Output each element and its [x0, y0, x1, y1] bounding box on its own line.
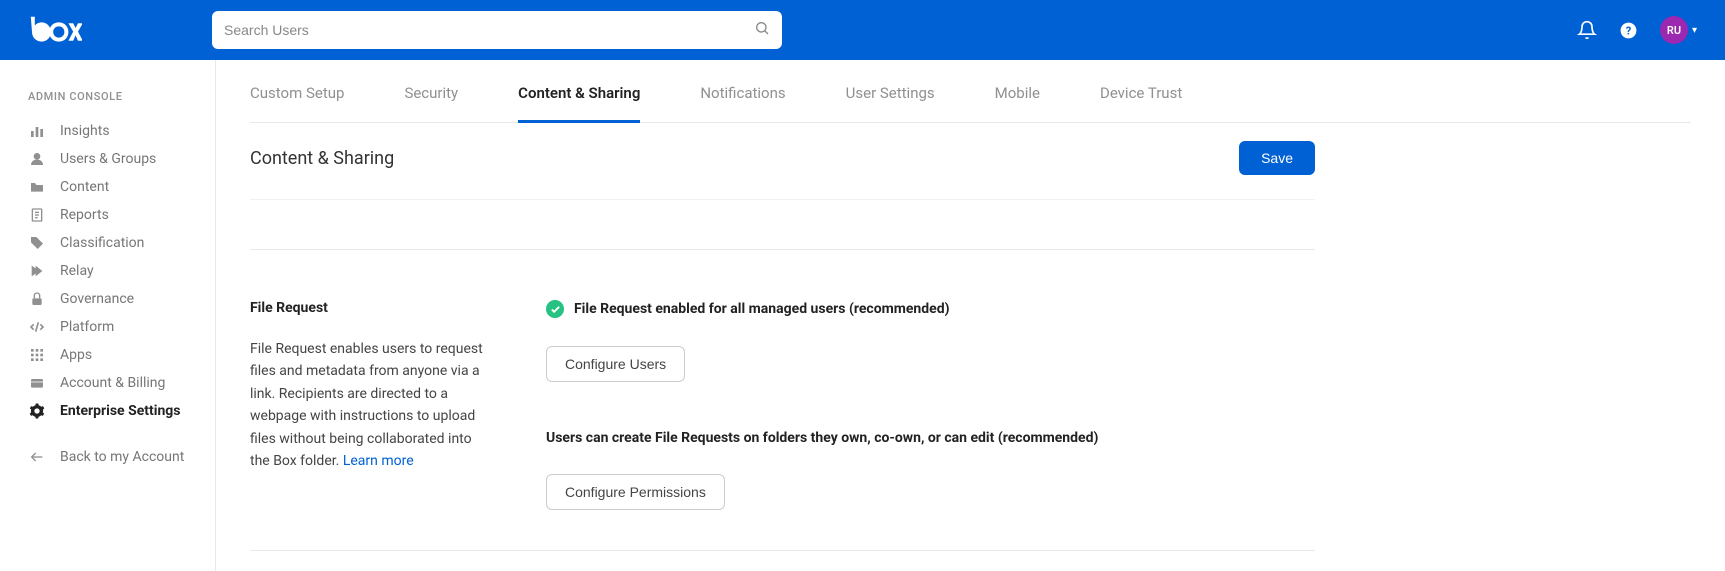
- tab-content-sharing[interactable]: Content & Sharing: [518, 60, 640, 123]
- description-text: File Request enables users to request fi…: [250, 341, 483, 469]
- sidebar-item-enterprise-settings[interactable]: Enterprise Settings: [0, 397, 215, 425]
- search-wrap: [212, 11, 782, 49]
- user-icon: [28, 151, 46, 167]
- save-button[interactable]: Save: [1239, 141, 1315, 175]
- sidebar-item-users-groups[interactable]: Users & Groups: [0, 145, 215, 173]
- sidebar-item-label: Apps: [60, 347, 92, 363]
- help-icon[interactable]: ?: [1619, 21, 1638, 40]
- gear-icon: [28, 403, 46, 419]
- sidebar-item-label: Enterprise Settings: [60, 403, 180, 419]
- chart-icon: [28, 123, 46, 139]
- permissions-block: Users can create File Requests on folder…: [546, 430, 1315, 510]
- layout: ADMIN CONSOLE Insights Users & Groups Co…: [0, 60, 1725, 571]
- enabled-status-row: File Request enabled for all managed use…: [546, 300, 1315, 318]
- relay-icon: [28, 263, 46, 279]
- notification-icon[interactable]: [1577, 20, 1597, 40]
- sidebar-item-relay[interactable]: Relay: [0, 257, 215, 285]
- sidebar-item-apps[interactable]: Apps: [0, 341, 215, 369]
- tab-custom-setup[interactable]: Custom Setup: [250, 60, 344, 123]
- back-to-account[interactable]: Back to my Account: [0, 443, 215, 471]
- sidebar-label: ADMIN CONSOLE: [0, 90, 215, 117]
- folder-icon: [28, 179, 46, 195]
- permissions-title: Users can create File Requests on folder…: [546, 430, 1315, 446]
- chevron-down-icon: ▾: [1692, 25, 1697, 36]
- code-icon: [28, 319, 46, 335]
- sidebar-item-label: Content: [60, 179, 109, 195]
- back-label: Back to my Account: [60, 449, 184, 465]
- tab-mobile[interactable]: Mobile: [995, 60, 1040, 123]
- check-icon: [546, 300, 564, 318]
- sidebar-item-account-billing[interactable]: Account & Billing: [0, 369, 215, 397]
- sidebar: ADMIN CONSOLE Insights Users & Groups Co…: [0, 60, 216, 571]
- box-logo[interactable]: [30, 16, 82, 44]
- sidebar-item-governance[interactable]: Governance: [0, 285, 215, 313]
- configure-permissions-button[interactable]: Configure Permissions: [546, 474, 725, 510]
- main-content: Custom Setup Security Content & Sharing …: [216, 60, 1725, 571]
- search-icon: [754, 20, 770, 40]
- card-icon: [28, 375, 46, 391]
- sidebar-item-content[interactable]: Content: [0, 173, 215, 201]
- document-icon: [28, 207, 46, 223]
- sidebar-item-label: Classification: [60, 235, 144, 251]
- sidebar-item-label: Account & Billing: [60, 375, 165, 391]
- tab-notifications[interactable]: Notifications: [700, 60, 785, 123]
- lock-icon: [28, 291, 46, 307]
- enabled-status-text: File Request enabled for all managed use…: [574, 301, 950, 317]
- svg-text:?: ?: [1626, 24, 1632, 37]
- user-menu[interactable]: RU ▾: [1660, 16, 1697, 44]
- learn-more-link[interactable]: Learn more: [343, 453, 414, 469]
- header-right: ? RU ▾: [1577, 16, 1697, 44]
- sidebar-item-label: Reports: [60, 207, 109, 223]
- tab-user-settings[interactable]: User Settings: [846, 60, 935, 123]
- page-title: Content & Sharing: [250, 148, 394, 169]
- sidebar-item-insights[interactable]: Insights: [0, 117, 215, 145]
- sidebar-item-label: Users & Groups: [60, 151, 156, 167]
- sidebar-item-label: Platform: [60, 319, 114, 335]
- tab-device-trust[interactable]: Device Trust: [1100, 60, 1182, 123]
- file-request-description: File Request enables users to request fi…: [250, 338, 494, 472]
- search-input[interactable]: [212, 11, 782, 49]
- grid-icon: [28, 347, 46, 363]
- arrow-left-icon: [28, 449, 46, 465]
- file-request-title: File Request: [250, 300, 494, 316]
- configure-users-button[interactable]: Configure Users: [546, 346, 685, 382]
- section-right: File Request enabled for all managed use…: [546, 300, 1315, 510]
- tag-icon: [28, 235, 46, 251]
- tabs: Custom Setup Security Content & Sharing …: [250, 60, 1691, 123]
- sidebar-item-classification[interactable]: Classification: [0, 229, 215, 257]
- tab-security[interactable]: Security: [404, 60, 458, 123]
- file-request-section: File Request File Request enables users …: [250, 250, 1315, 551]
- sidebar-item-reports[interactable]: Reports: [0, 201, 215, 229]
- spacer-divider: [250, 200, 1315, 250]
- sidebar-item-label: Insights: [60, 123, 110, 139]
- sidebar-item-label: Relay: [60, 263, 94, 279]
- sidebar-item-label: Governance: [60, 291, 134, 307]
- sidebar-item-platform[interactable]: Platform: [0, 313, 215, 341]
- avatar: RU: [1660, 16, 1688, 44]
- page-header: Content & Sharing Save: [250, 123, 1315, 200]
- section-left: File Request File Request enables users …: [250, 300, 494, 510]
- top-header: ? RU ▾: [0, 0, 1725, 60]
